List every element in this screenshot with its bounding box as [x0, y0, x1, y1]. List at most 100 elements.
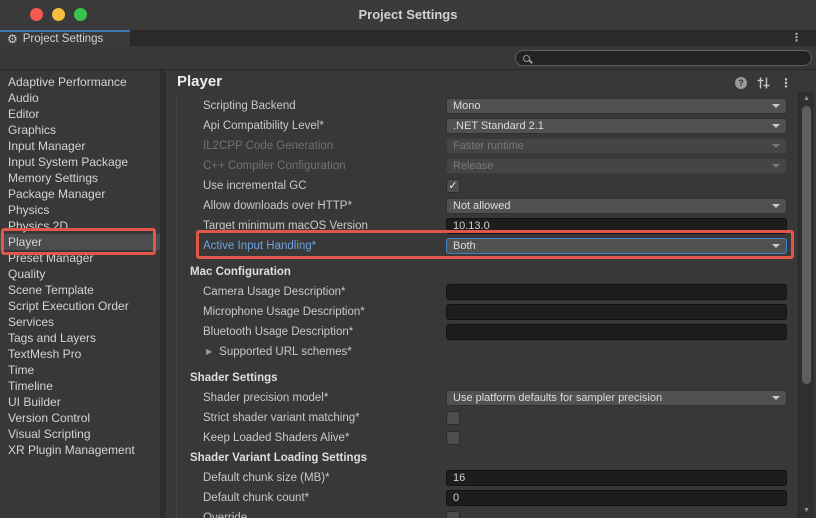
setting-label-camera-usage-description: Camera Usage Description*	[203, 286, 446, 298]
sidebar-item-player[interactable]: Player	[0, 234, 160, 250]
sidebar-item-adaptive-performance[interactable]: Adaptive Performance	[0, 74, 160, 90]
widget-area	[446, 304, 796, 320]
sidebar-item-time[interactable]: Time	[0, 362, 160, 378]
caret-down-icon	[772, 104, 780, 108]
sidebar-item-script-execution-order[interactable]: Script Execution Order	[0, 298, 160, 314]
setting-label-target-minimum-macos-version: Target minimum macOS Version	[203, 220, 446, 232]
sidebar-item-package-manager[interactable]: Package Manager	[0, 186, 160, 202]
sidebar-item-quality[interactable]: Quality	[0, 266, 160, 282]
sidebar-item-textmesh-pro[interactable]: TextMesh Pro	[0, 346, 160, 362]
settings-panel: Player ? ⋮ Scripting BackendMonoApi Comp…	[166, 70, 816, 518]
caret-down-icon	[772, 244, 780, 248]
dropdown-scripting-backend[interactable]: Mono	[446, 98, 787, 114]
widget-area: Not allowed	[446, 198, 796, 214]
setting-label-bluetooth-usage-description: Bluetooth Usage Description*	[203, 326, 446, 338]
checkbox-use-incremental-gc[interactable]: ✓	[446, 179, 460, 193]
row-shader-settings: Shader Settings	[166, 368, 796, 388]
setting-label-supported-url-schemes: Supported URL schemes*	[219, 346, 352, 358]
dropdown-api-compatibility-level[interactable]: .NET Standard 2.1	[446, 118, 787, 134]
dropdown-active-input-handling[interactable]: Both	[446, 238, 787, 254]
title-bar: Project Settings	[0, 0, 816, 30]
row-allow-downloads-over-http: Allow downloads over HTTP*Not allowed	[166, 196, 796, 216]
dropdown-value: Mono	[453, 101, 481, 112]
caret-down-icon	[772, 144, 780, 148]
search-input[interactable]	[535, 52, 804, 64]
tab-label: Project Settings	[23, 33, 104, 45]
sidebar-item-tags-and-layers[interactable]: Tags and Layers	[0, 330, 160, 346]
sidebar-item-physics-2d[interactable]: Physics 2D	[0, 218, 160, 234]
widget-area: Faster runtime	[446, 138, 796, 154]
text-field-value: 10.13.0	[453, 221, 490, 232]
dropdown-shader-precision-model[interactable]: Use platform defaults for sampler precis…	[446, 390, 787, 406]
setting-label-override: Override	[203, 512, 446, 518]
sidebar-list: Adaptive PerformanceAudioEditorGraphicsI…	[0, 70, 160, 518]
widget-area: ✓	[446, 179, 796, 193]
sidebar-item-graphics[interactable]: Graphics	[0, 122, 160, 138]
widget-area: .NET Standard 2.1	[446, 118, 796, 134]
scroll-down-icon[interactable]: ▼	[799, 507, 814, 515]
gear-icon: ⚙	[7, 34, 18, 44]
page-title: Player	[177, 73, 222, 90]
widget-area: Use platform defaults for sampler precis…	[446, 390, 796, 406]
sidebar-item-physics[interactable]: Physics	[0, 202, 160, 218]
sidebar-item-scene-template[interactable]: Scene Template	[0, 282, 160, 298]
sidebar-item-timeline[interactable]: Timeline	[0, 378, 160, 394]
tab-project-settings[interactable]: ⚙ Project Settings	[0, 30, 130, 46]
setting-label-strict-shader-variant-matching: Strict shader variant matching*	[203, 412, 446, 424]
text-field-default-chunk-count[interactable]: 0	[446, 490, 787, 506]
sidebar-item-visual-scripting[interactable]: Visual Scripting	[0, 426, 160, 442]
panel-menu-icon[interactable]: ⋮	[780, 77, 792, 89]
sidebar-item-memory-settings[interactable]: Memory Settings	[0, 170, 160, 186]
widget-area: Both	[446, 238, 796, 254]
text-field-default-chunk-size-mb[interactable]: 16	[446, 470, 787, 486]
widget-area	[446, 411, 796, 425]
foldout-arrow-icon[interactable]: ▶	[206, 348, 212, 356]
scrollbar-thumb[interactable]	[802, 106, 811, 384]
presets-icon[interactable]	[757, 77, 770, 89]
row-active-input-handling: Active Input Handling*Both	[166, 236, 796, 256]
row-scripting-backend: Scripting BackendMono	[166, 96, 796, 116]
dropdown-allow-downloads-over-http[interactable]: Not allowed	[446, 198, 787, 214]
setting-label-keep-loaded-shaders-alive: Keep Loaded Shaders Alive*	[203, 432, 446, 444]
sidebar-item-ui-builder[interactable]: UI Builder	[0, 394, 160, 410]
row-bluetooth-usage-description: Bluetooth Usage Description*	[166, 322, 796, 342]
dropdown-value: Release	[453, 161, 493, 172]
row-strict-shader-variant-matching: Strict shader variant matching*	[166, 408, 796, 428]
text-field-value: 16	[453, 473, 465, 484]
checkbox-override[interactable]	[446, 511, 460, 518]
sidebar-item-xr-plugin-management[interactable]: XR Plugin Management	[0, 442, 160, 458]
widget-area: 16	[446, 470, 796, 486]
scroll-up-icon[interactable]: ▲	[799, 95, 814, 103]
checkbox-strict-shader-variant-matching[interactable]	[446, 411, 460, 425]
text-field-camera-usage-description[interactable]	[446, 284, 787, 300]
text-field-microphone-usage-description[interactable]	[446, 304, 787, 320]
widget-area: Mono	[446, 98, 796, 114]
row-api-compatibility-level: Api Compatibility Level*.NET Standard 2.…	[166, 116, 796, 136]
sidebar-item-version-control[interactable]: Version Control	[0, 410, 160, 426]
row-default-chunk-count: Default chunk count*0	[166, 488, 796, 508]
row-c-compiler-configuration: C++ Compiler ConfigurationRelease	[166, 156, 796, 176]
panel-header-icons: ? ⋮	[735, 77, 792, 89]
vertical-scrollbar[interactable]: ▲ ▼	[798, 92, 814, 518]
text-field-bluetooth-usage-description[interactable]	[446, 324, 787, 340]
sidebar-item-input-system-package[interactable]: Input System Package	[0, 154, 160, 170]
tab-strip: ⚙ Project Settings ⋮	[0, 30, 816, 46]
search-box[interactable]	[515, 50, 812, 66]
sidebar-item-editor[interactable]: Editor	[0, 106, 160, 122]
setting-label-active-input-handling: Active Input Handling*	[203, 240, 446, 252]
sidebar-item-audio[interactable]: Audio	[0, 90, 160, 106]
caret-down-icon	[772, 124, 780, 128]
text-field-target-minimum-macos-version[interactable]: 10.13.0	[446, 218, 787, 234]
row-use-incremental-gc: Use incremental GC✓	[166, 176, 796, 196]
text-field-value: 0	[453, 493, 459, 504]
tab-menu-icon[interactable]: ⋮	[791, 32, 802, 44]
search-icon	[523, 55, 530, 62]
checkbox-keep-loaded-shaders-alive[interactable]	[446, 431, 460, 445]
row-target-minimum-macos-version: Target minimum macOS Version 10.13.0	[166, 216, 796, 236]
sidebar-item-preset-manager[interactable]: Preset Manager	[0, 250, 160, 266]
row-override: Override	[166, 508, 796, 518]
sidebar-item-input-manager[interactable]: Input Manager	[0, 138, 160, 154]
row-supported-url-schemes[interactable]: ▶ Supported URL schemes*	[166, 342, 796, 362]
sidebar-item-services[interactable]: Services	[0, 314, 160, 330]
help-icon[interactable]: ?	[735, 77, 747, 89]
